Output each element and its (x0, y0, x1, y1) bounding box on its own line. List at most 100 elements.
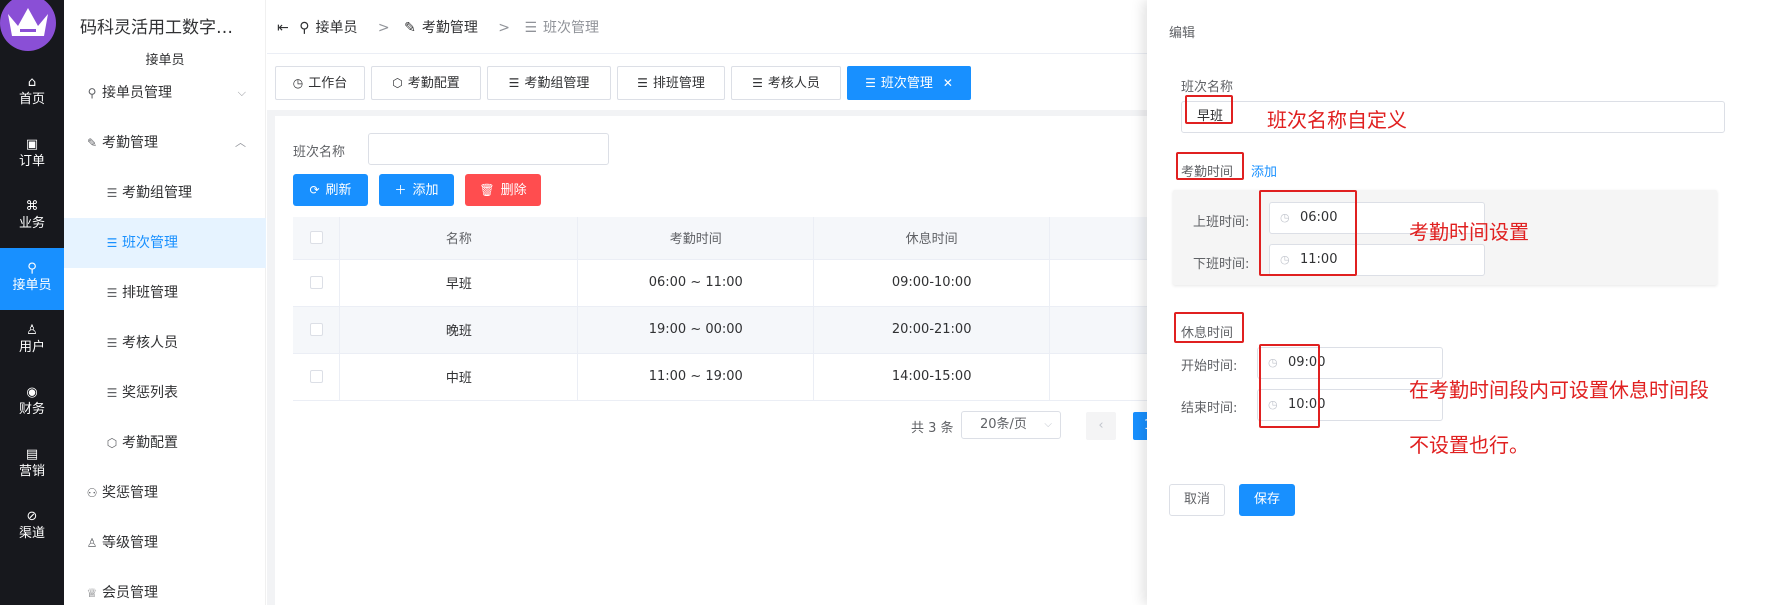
sidebar-item-attendance-group[interactable]: ☰ 考勤组管理 (64, 168, 266, 218)
list-icon: ☰ (524, 20, 538, 36)
row-checkbox[interactable] (293, 306, 341, 354)
break-end-label: 结束时间: (1181, 401, 1238, 416)
breadcrumb-separator: > (377, 20, 390, 36)
bike-icon: ⚲ (87, 86, 97, 100)
attendance-time-label: 考勤时间 (1181, 165, 1234, 180)
column-header: 休息时间 (813, 217, 1051, 260)
list-icon: ☰ (106, 236, 118, 250)
chevron-up-icon: ︿ (235, 136, 246, 149)
annotation-note: 在考勤时间段内可设置休息时间段 (1409, 378, 1709, 402)
row-checkbox[interactable] (293, 353, 341, 401)
shift-name-input[interactable]: 早班 (1181, 101, 1725, 133)
sidebar-item-attendance-mgmt[interactable]: ✎ 考勤管理 ︿ (64, 118, 266, 168)
rail-item-finance[interactable]: ◉ 财务 (0, 372, 64, 434)
list-icon: ☰ (106, 286, 118, 300)
marketing-icon: ▤ (25, 447, 39, 462)
refresh-icon: ⟳ (309, 183, 320, 197)
sidebar-section-title: 接单员 (145, 53, 185, 68)
app-title: 码科灵活用工数字… (80, 18, 233, 38)
hexagon-icon: ⬡ (106, 436, 118, 450)
sidebar-item-reward-list[interactable]: ☰ 奖惩列表 (64, 368, 266, 418)
annotation-note: 考勤时间设置 (1409, 220, 1529, 244)
tab-attendance-group[interactable]: ☰ 考勤组管理 (487, 66, 611, 100)
rail-item-orders[interactable]: ▣ 订单 (0, 124, 64, 186)
tab-workbench[interactable]: ◷ 工作台 (275, 66, 365, 100)
table-cell: 20:00-21:00 (813, 306, 1051, 354)
breadcrumb-separator: > (498, 20, 511, 36)
edit-icon: ✎ (404, 20, 416, 36)
rail-item-channel[interactable]: ⊘ 渠道 (0, 496, 64, 558)
breadcrumb: ⇤ ⚲ 接单员 > ✎ 考勤管理 > ☰ 班次管理 (277, 20, 600, 36)
list-icon: ☰ (865, 76, 876, 90)
list-icon: ☰ (106, 386, 118, 400)
row-checkbox[interactable] (293, 259, 341, 307)
pagination: 共 3 条 20条/页 ⌵ ‹ 1 (275, 411, 1275, 441)
list-icon: ☰ (752, 76, 763, 90)
bike-icon: ⚲ (299, 20, 310, 36)
column-header: 考勤时间 (577, 217, 815, 260)
vip-icon: ♕ (86, 586, 98, 600)
list-icon: ☰ (106, 186, 118, 200)
chevron-down-icon: ⌵ (237, 86, 246, 99)
clock-icon: ◷ (1268, 356, 1278, 369)
clock-icon: ◷ (1280, 211, 1290, 224)
sidebar-item-reward-mgmt[interactable]: ⚇ 奖惩管理 (64, 468, 266, 518)
rail-item-user[interactable]: ♙ 用户 (0, 310, 64, 372)
rail-item-business[interactable]: ⌘ 业务 (0, 186, 64, 248)
break-start-label: 开始时间: (1181, 359, 1238, 374)
end-work-time-input[interactable]: ◷ 11:00 (1269, 244, 1485, 276)
shift-name-search-input[interactable] (368, 133, 609, 165)
home-icon: ⌂ (27, 75, 37, 90)
sidebar-item-courier-mgmt[interactable]: ⚲ 接单员管理 ⌵ (64, 68, 266, 118)
table-cell: 14:00-15:00 (813, 353, 1051, 401)
list-icon: ☰ (637, 76, 648, 90)
table-cell: 中班 (339, 353, 579, 401)
save-button[interactable]: 保存 (1239, 484, 1295, 516)
pagination-total: 共 3 条 (911, 421, 954, 436)
cancel-button[interactable]: 取消 (1169, 484, 1225, 516)
rail-item-home[interactable]: ⌂ 首页 (0, 62, 64, 124)
end-work-label: 下班时间: (1193, 257, 1250, 272)
refresh-button[interactable]: ⟳ 刷新 (293, 174, 368, 206)
sidebar-item-member-mgmt[interactable]: ♕ 会员管理 (64, 568, 266, 605)
annotation-note: 班次名称自定义 (1267, 108, 1407, 132)
list-icon: ☰ (508, 76, 520, 90)
table-cell: 09:00-10:00 (813, 259, 1051, 307)
sidebar-item-assessor[interactable]: ☰ 考核人员 (64, 318, 266, 368)
add-button[interactable]: ＋添加 (379, 174, 454, 206)
add-attendance-link[interactable]: 添加 (1251, 161, 1277, 180)
table-cell: 19:00 ~ 00:00 (577, 306, 815, 354)
tab-schedule[interactable]: ☰ 排班管理 (617, 66, 725, 100)
prev-page-button[interactable]: ‹ (1086, 412, 1116, 440)
tab-attendance-config[interactable]: ⬡ 考勤配置 (371, 66, 481, 100)
secondary-sidebar: 码科灵活用工数字… 接单员 ⚲ 接单员管理 ⌵ ✎ 考勤管理 ︿ ☰ 考勤组管理 ☰ 班… (64, 0, 266, 605)
start-work-label: 上班时间: (1193, 215, 1250, 230)
drawer-title: 编辑 (1169, 26, 1196, 41)
rail-item-marketing[interactable]: ▤ 营销 (0, 434, 64, 496)
delete-button[interactable]: 🗑 删除 (465, 174, 541, 206)
app-root: ⌂ 首页 ▣ 订单 ⌘ 业务 ⚲ 接单员 ♙ 用户 ◉ 财务 ▤ 营销 ⊘ 渠道 (0, 0, 1784, 605)
shift-name-label: 班次名称 (1181, 80, 1234, 95)
medal-icon: ⚇ (86, 486, 98, 500)
close-icon[interactable]: ✕ (943, 76, 953, 90)
plus-icon: ＋ (394, 183, 407, 197)
filter-label: 班次名称 (293, 145, 346, 160)
edit-icon: ✎ (86, 136, 98, 150)
table-cell: 11:00 ~ 19:00 (577, 353, 815, 401)
rail-item-courier[interactable]: ⚲ 接单员 (0, 248, 64, 310)
table-cell: 06:00 ~ 11:00 (577, 259, 815, 307)
sidebar-item-schedule[interactable]: ☰ 排班管理 (64, 268, 266, 318)
edit-drawer: 编辑 班次名称 早班 考勤时间 添加 上班时间: ◷ 06:00 下班时间: ◷ 1… (1147, 0, 1784, 605)
break-time-label: 休息时间 (1181, 326, 1234, 341)
tab-shift-mgmt[interactable]: ☰ 班次管理 ✕ (847, 66, 971, 100)
sidebar-item-attendance-config[interactable]: ⬡ 考勤配置 (64, 418, 266, 468)
sidebar-item-level-mgmt[interactable]: ♙ 等级管理 (64, 518, 266, 568)
sidebar-item-shift-mgmt[interactable]: ☰ 班次管理 (64, 218, 266, 268)
list-icon: ☰ (106, 336, 118, 350)
tab-assessor[interactable]: ☰ 考核人员 (731, 66, 841, 100)
page-size-select[interactable]: 20条/页 ⌵ (961, 411, 1061, 439)
bike-icon: ⚲ (27, 261, 37, 276)
collapse-menu-icon[interactable]: ⇤ (277, 20, 289, 36)
select-all-checkbox[interactable] (293, 217, 341, 260)
table-cell: 晚班 (339, 306, 579, 354)
